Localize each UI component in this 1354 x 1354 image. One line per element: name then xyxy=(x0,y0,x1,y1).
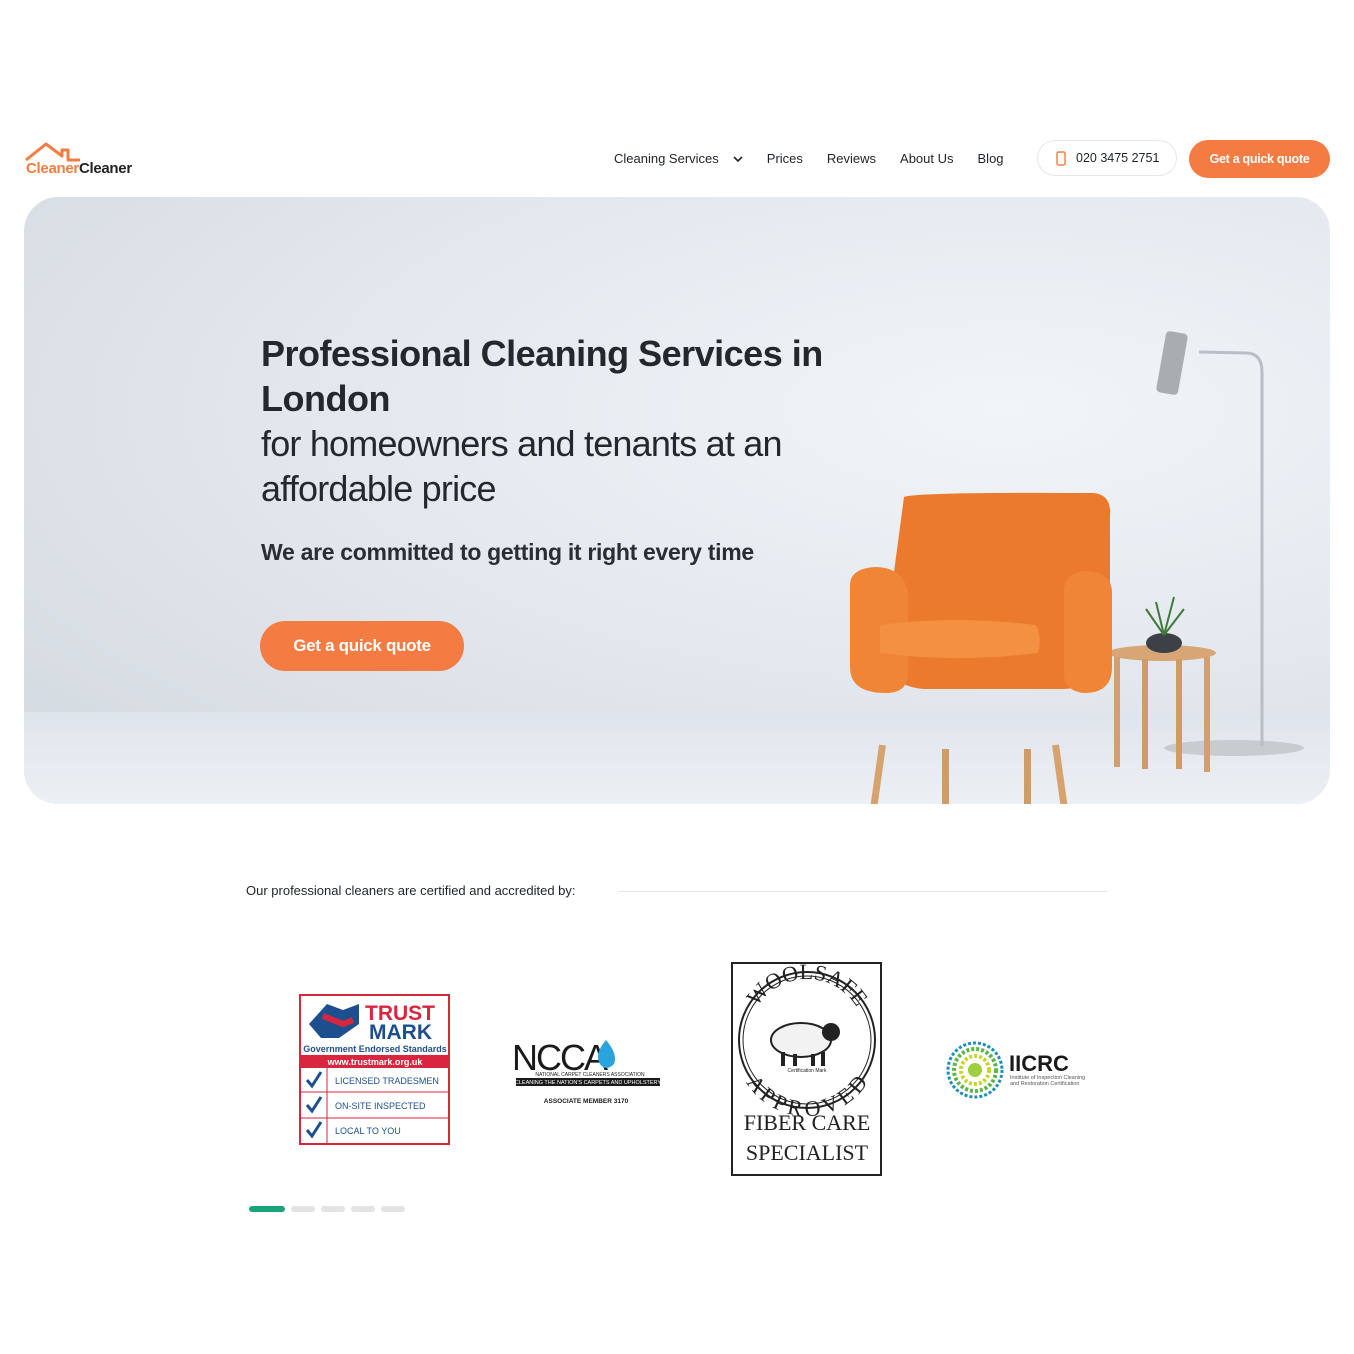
carousel-dot-1[interactable] xyxy=(249,1206,285,1212)
hero-tagline: We are committed to getting it right eve… xyxy=(261,539,754,565)
carousel-dot-4[interactable] xyxy=(351,1206,375,1212)
ncca-line1: NATIONAL CARPET CLEANERS ASSOCIATION xyxy=(535,1072,645,1078)
trustmark-item: LICENSED TRADESMEN xyxy=(335,1076,439,1086)
accreditation-heading: Our professional cleaners are certified … xyxy=(246,882,1108,902)
phone-number: 020 3475 2751 xyxy=(1076,151,1160,165)
ncca-badge: NCCA NATIONAL CARPET CLEANERS ASSOCIATIO… xyxy=(512,1037,662,1105)
woolsafe-badge: WOOLSAFE APPROVED Certification Mark FIB… xyxy=(731,962,882,1176)
divider xyxy=(618,891,1108,892)
header-quote-button[interactable]: Get a quick quote xyxy=(1189,140,1330,178)
hero-title: Professional Cleaning Services in London xyxy=(261,333,823,419)
trustmark-item: ON-SITE INSPECTED xyxy=(335,1101,426,1111)
carousel-dot-2[interactable] xyxy=(291,1206,315,1212)
phone-link[interactable]: 020 3475 2751 xyxy=(1037,140,1177,176)
trustmark-subtitle: Government Endorsed Standards xyxy=(303,1044,447,1054)
accreditation-label: Our professional cleaners are certified … xyxy=(246,883,586,898)
carousel-dot-3[interactable] xyxy=(321,1206,345,1212)
site-header: CleanerCleaner Cleaning Services Prices … xyxy=(24,138,1330,180)
trustmark-title2: MARK xyxy=(369,1021,432,1044)
main-nav: Cleaning Services Prices Reviews About U… xyxy=(614,138,1028,178)
brand-logo[interactable]: CleanerCleaner xyxy=(24,140,164,180)
iicrc-name: IICRC xyxy=(1009,1051,1069,1076)
carousel-dot-5[interactable] xyxy=(381,1206,405,1212)
woolsafe-line1: FIBER CARE xyxy=(744,1110,871,1135)
woolsafe-mark: Certification Mark xyxy=(788,1068,827,1074)
iicrc-line2: and Restoration Certification xyxy=(1010,1081,1079,1087)
hero-quote-button[interactable]: Get a quick quote xyxy=(260,621,464,671)
hero-subtitle: for homeowners and tenants at an afforda… xyxy=(261,423,783,509)
nav-blog[interactable]: Blog xyxy=(978,151,1004,166)
ncca-member: ASSOCIATE MEMBER 3170 xyxy=(544,1098,629,1105)
carousel-pagination xyxy=(249,1206,411,1212)
hero-banner: Professional Cleaning Services in London… xyxy=(24,197,1330,804)
ncca-line2: CLEANING THE NATION'S CARPETS AND UPHOLS… xyxy=(515,1080,662,1086)
chevron-down-icon xyxy=(733,151,743,166)
brand-name: CleanerCleaner xyxy=(26,160,132,177)
mobile-phone-icon xyxy=(1056,150,1066,166)
iicrc-badge: IICRC Institute of Inspection Cleaning a… xyxy=(946,1041,1085,1099)
nav-prices[interactable]: Prices xyxy=(767,151,803,166)
hero-text: Professional Cleaning Services in London… xyxy=(261,331,901,566)
nav-reviews[interactable]: Reviews xyxy=(827,151,876,166)
globe-icon xyxy=(946,1041,1004,1099)
nav-about-us[interactable]: About Us xyxy=(900,151,953,166)
woolsafe-line2: SPECIALIST xyxy=(746,1140,869,1165)
trustmark-badge: TRUST MARK Government Endorsed Standards… xyxy=(299,994,450,1145)
trustmark-item: LOCAL TO YOU xyxy=(335,1126,401,1136)
trustmark-url: www.trustmark.org.uk xyxy=(327,1057,424,1067)
nav-cleaning-services[interactable]: Cleaning Services xyxy=(614,151,743,166)
